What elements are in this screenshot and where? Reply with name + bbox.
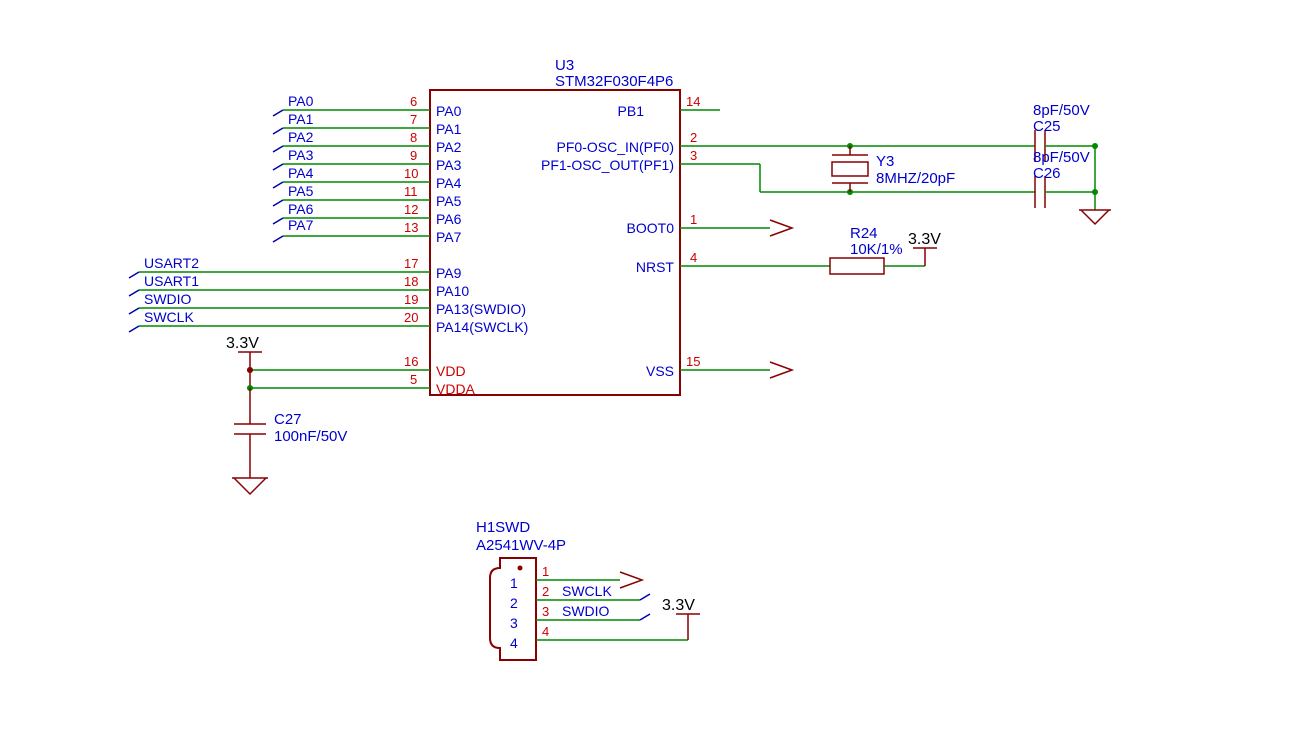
svg-text:2: 2 <box>542 584 549 599</box>
svg-text:11: 11 <box>404 184 418 199</box>
svg-text:10: 10 <box>404 166 418 181</box>
svg-text:NRST: NRST <box>636 259 675 275</box>
svg-text:10K/1%: 10K/1% <box>850 241 903 258</box>
svg-text:PA10: PA10 <box>436 283 469 299</box>
svg-text:4: 4 <box>690 250 697 265</box>
svg-text:15: 15 <box>686 354 700 369</box>
svg-text:SWCLK: SWCLK <box>562 583 612 599</box>
svg-text:USART2: USART2 <box>144 255 199 271</box>
svg-text:PA3: PA3 <box>436 157 462 173</box>
ic-u3: U3 STM32F030F4P6 6 PA0 PA0 7 PA1 PA1 8 P… <box>129 57 680 397</box>
svg-text:19: 19 <box>404 292 418 307</box>
svg-text:6: 6 <box>410 94 417 109</box>
svg-text:R24: R24 <box>850 225 878 242</box>
vss-gnd-port <box>770 362 792 378</box>
svg-text:C27: C27 <box>274 411 302 428</box>
svg-text:H1SWD: H1SWD <box>476 519 530 536</box>
svg-text:A2541WV-4P: A2541WV-4P <box>476 537 566 554</box>
svg-text:PA4: PA4 <box>436 175 462 191</box>
svg-text:C26: C26 <box>1033 165 1061 182</box>
svg-text:3: 3 <box>542 604 549 619</box>
svg-text:PA3: PA3 <box>288 147 314 163</box>
svg-text:VDDA: VDDA <box>436 381 476 397</box>
svg-text:8: 8 <box>410 130 417 145</box>
svg-text:PA1: PA1 <box>436 121 462 137</box>
svg-text:SWDIO: SWDIO <box>144 291 192 307</box>
svg-text:PA13(SWDIO): PA13(SWDIO) <box>436 301 526 317</box>
svg-text:4: 4 <box>510 635 518 651</box>
svg-text:PA2: PA2 <box>288 129 314 145</box>
svg-text:PA1: PA1 <box>288 111 314 127</box>
ic-part: STM32F030F4P6 <box>555 73 673 90</box>
svg-text:VDD: VDD <box>436 363 466 379</box>
boot0-gnd-port <box>770 220 792 236</box>
svg-text:PA7: PA7 <box>436 229 462 245</box>
svg-text:3.3V: 3.3V <box>908 231 941 248</box>
svg-text:PA0: PA0 <box>436 103 462 119</box>
svg-text:PA14(SWCLK): PA14(SWCLK) <box>436 319 528 335</box>
svg-text:PA6: PA6 <box>288 201 314 217</box>
svg-text:17: 17 <box>404 256 418 271</box>
svg-text:8MHZ/20pF: 8MHZ/20pF <box>876 170 955 187</box>
svg-text:5: 5 <box>410 372 417 387</box>
svg-text:PF1-OSC_OUT(PF1): PF1-OSC_OUT(PF1) <box>541 157 674 173</box>
svg-text:PA5: PA5 <box>436 193 462 209</box>
svg-text:PA6: PA6 <box>436 211 462 227</box>
svg-text:3.3V: 3.3V <box>662 597 695 614</box>
svg-text:9: 9 <box>410 148 417 163</box>
svg-text:SWDIO: SWDIO <box>562 603 610 619</box>
svg-text:3: 3 <box>510 615 518 631</box>
svg-text:VSS: VSS <box>646 363 674 379</box>
svg-text:PF0-OSC_IN(PF0): PF0-OSC_IN(PF0) <box>557 139 674 155</box>
svg-text:1: 1 <box>542 564 549 579</box>
svg-text:4: 4 <box>542 624 549 639</box>
svg-text:1: 1 <box>510 575 518 591</box>
svg-text:16: 16 <box>404 354 418 369</box>
power-3v3-nrst: 3.3V <box>908 231 941 266</box>
svg-text:C25: C25 <box>1033 118 1061 135</box>
svg-text:1: 1 <box>690 212 697 227</box>
svg-text:Y3: Y3 <box>876 153 894 170</box>
svg-text:100nF/50V: 100nF/50V <box>274 428 347 445</box>
c27: C27 100nF/50V <box>232 388 347 494</box>
power-3v3-top: 3.3V <box>226 335 262 391</box>
c26: 8pF/50V C26 <box>1033 149 1095 208</box>
svg-text:PA9: PA9 <box>436 265 462 281</box>
svg-text:PA7: PA7 <box>288 217 314 233</box>
svg-text:PA4: PA4 <box>288 165 314 181</box>
svg-text:3: 3 <box>690 148 697 163</box>
svg-text:PA5: PA5 <box>288 183 314 199</box>
svg-text:7: 7 <box>410 112 417 127</box>
svg-text:13: 13 <box>404 220 418 235</box>
svg-text:SWCLK: SWCLK <box>144 309 194 325</box>
svg-text:PB1: PB1 <box>618 103 645 119</box>
svg-text:PA2: PA2 <box>436 139 462 155</box>
schematic-canvas: U3 STM32F030F4P6 6 PA0 PA0 7 PA1 PA1 8 P… <box>0 0 1295 741</box>
svg-text:8pF/50V: 8pF/50V <box>1033 149 1090 166</box>
svg-text:USART1: USART1 <box>144 273 199 289</box>
svg-text:14: 14 <box>686 94 700 109</box>
svg-text:PA0: PA0 <box>288 93 314 109</box>
swd-header: H1SWD A2541WV-4P 1 2 3 4 1 2 SWCLK 3 SWD… <box>476 519 700 660</box>
svg-text:2: 2 <box>510 595 518 611</box>
svg-text:12: 12 <box>404 202 418 217</box>
svg-text:2: 2 <box>690 130 697 145</box>
svg-text:20: 20 <box>404 310 418 325</box>
svg-text:18: 18 <box>404 274 418 289</box>
svg-text:BOOT0: BOOT0 <box>627 220 675 236</box>
svg-text:8pF/50V: 8pF/50V <box>1033 102 1090 119</box>
ic-ref: U3 <box>555 57 574 74</box>
svg-text:3.3V: 3.3V <box>226 335 259 352</box>
crystal-y3: Y3 8MHZ/20pF <box>832 143 955 195</box>
